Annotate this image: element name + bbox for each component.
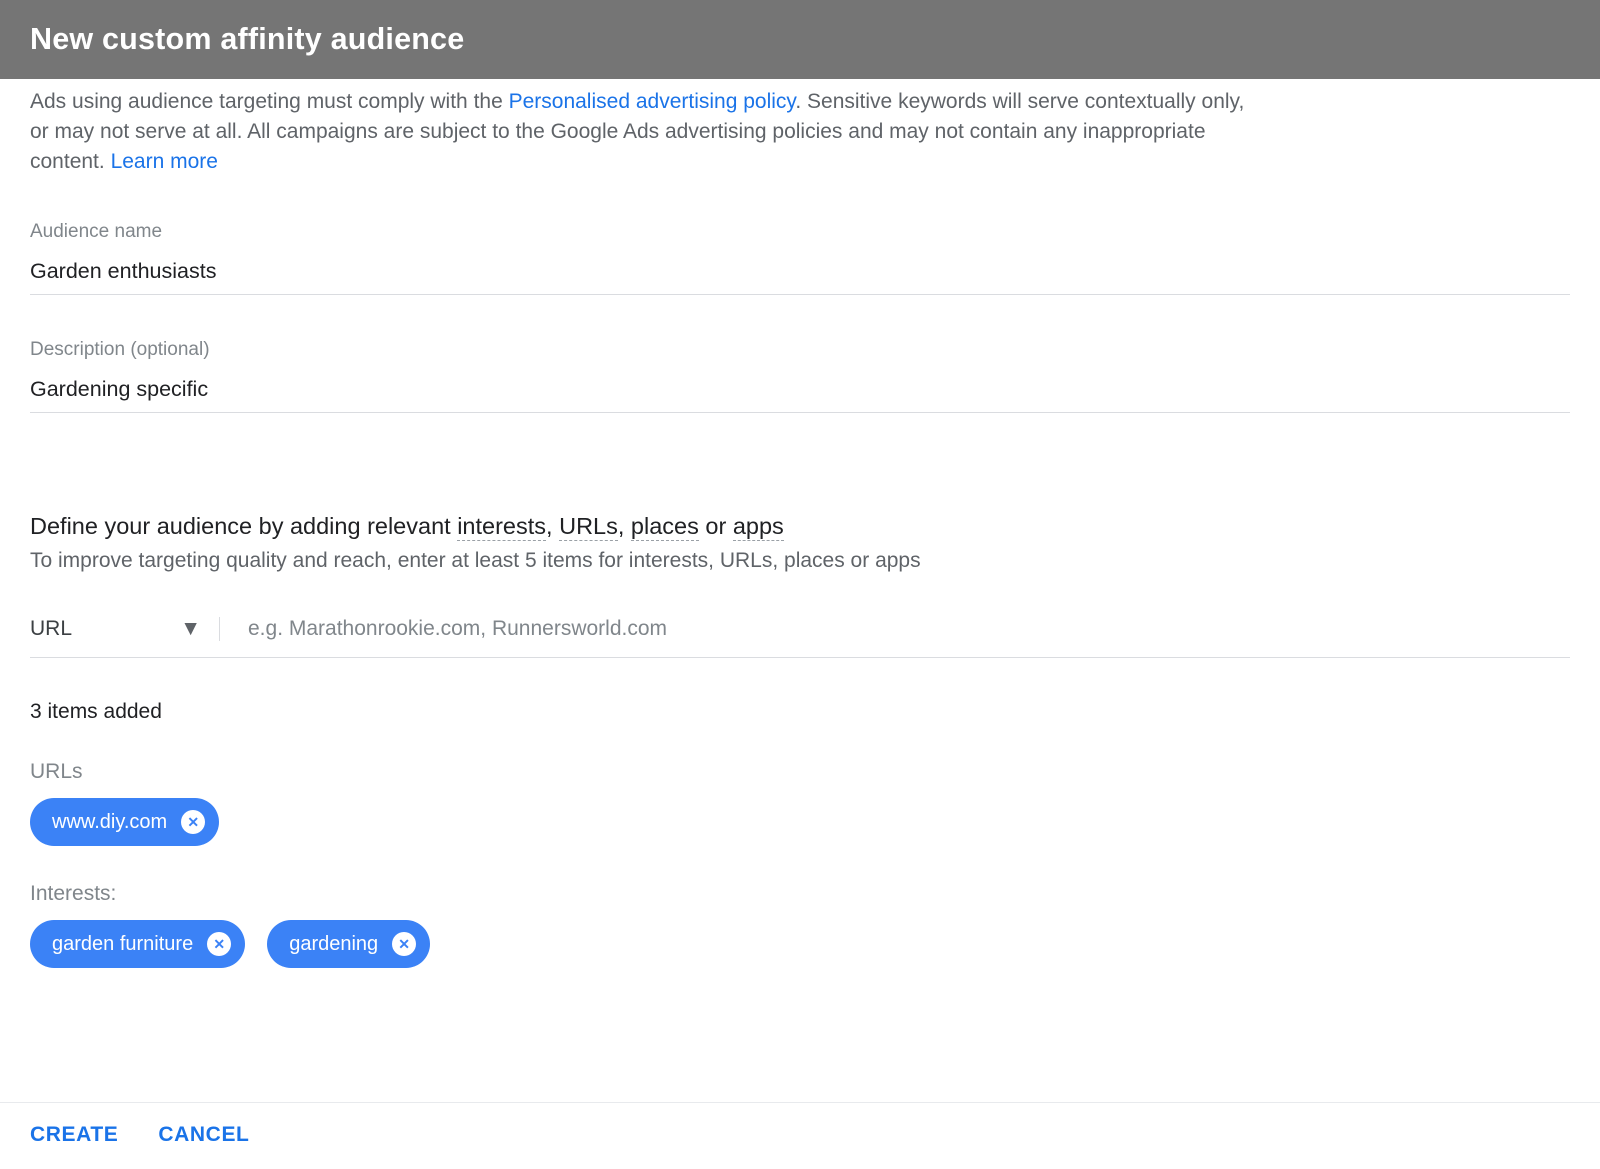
- entry-row: URL ▼: [30, 613, 1570, 658]
- policy-link-learn-more[interactable]: Learn more: [111, 150, 218, 173]
- define-section: Define your audience by adding relevant …: [30, 509, 1570, 968]
- close-icon[interactable]: [181, 810, 205, 834]
- define-term-interests: interests: [457, 513, 546, 541]
- items-added-count: 3 items added: [30, 700, 1570, 724]
- policy-text-1: Ads using audience targeting must comply…: [30, 90, 509, 113]
- description-input[interactable]: [30, 371, 1570, 413]
- chevron-down-icon: ▼: [180, 617, 201, 641]
- define-term-urls: URLs: [559, 513, 618, 541]
- close-icon[interactable]: [392, 932, 416, 956]
- dialog-title: New custom affinity audience: [30, 22, 464, 57]
- interest-chip: garden furniture: [30, 920, 245, 968]
- chip-label: gardening: [289, 933, 378, 956]
- cancel-button[interactable]: CANCEL: [158, 1123, 249, 1147]
- urls-group-label: URLs: [30, 760, 1570, 784]
- url-chip: www.diy.com: [30, 798, 219, 846]
- url-chips: www.diy.com: [30, 798, 1570, 846]
- audience-name-field: Audience name: [30, 221, 1570, 295]
- interest-chip: gardening: [267, 920, 430, 968]
- define-title: Define your audience by adding relevant …: [30, 509, 1570, 543]
- close-icon[interactable]: [207, 932, 231, 956]
- create-button[interactable]: CREATE: [30, 1123, 118, 1147]
- policy-link-personalised-advertising[interactable]: Personalised advertising policy: [509, 90, 796, 113]
- audience-name-input[interactable]: [30, 253, 1570, 295]
- chip-label: www.diy.com: [52, 811, 167, 834]
- entry-type-value: URL: [30, 617, 72, 641]
- description-label: Description (optional): [30, 339, 1570, 361]
- dialog-footer: CREATE CANCEL: [0, 1102, 1600, 1169]
- entry-type-select[interactable]: URL ▼: [30, 617, 220, 641]
- policy-message: Ads using audience targeting must comply…: [30, 87, 1250, 177]
- audience-name-label: Audience name: [30, 221, 1570, 243]
- define-subtitle: To improve targeting quality and reach, …: [30, 549, 1570, 573]
- interests-group-label: Interests:: [30, 882, 1570, 906]
- define-title-pre: Define your audience by adding relevant: [30, 513, 457, 539]
- description-field: Description (optional): [30, 339, 1570, 413]
- interest-chips: garden furniture gardening: [30, 920, 1570, 968]
- chip-label: garden furniture: [52, 933, 193, 956]
- entry-input[interactable]: [220, 613, 1570, 645]
- dialog-header: New custom affinity audience: [0, 0, 1600, 79]
- define-term-places: places: [631, 513, 699, 541]
- define-term-apps: apps: [733, 513, 784, 541]
